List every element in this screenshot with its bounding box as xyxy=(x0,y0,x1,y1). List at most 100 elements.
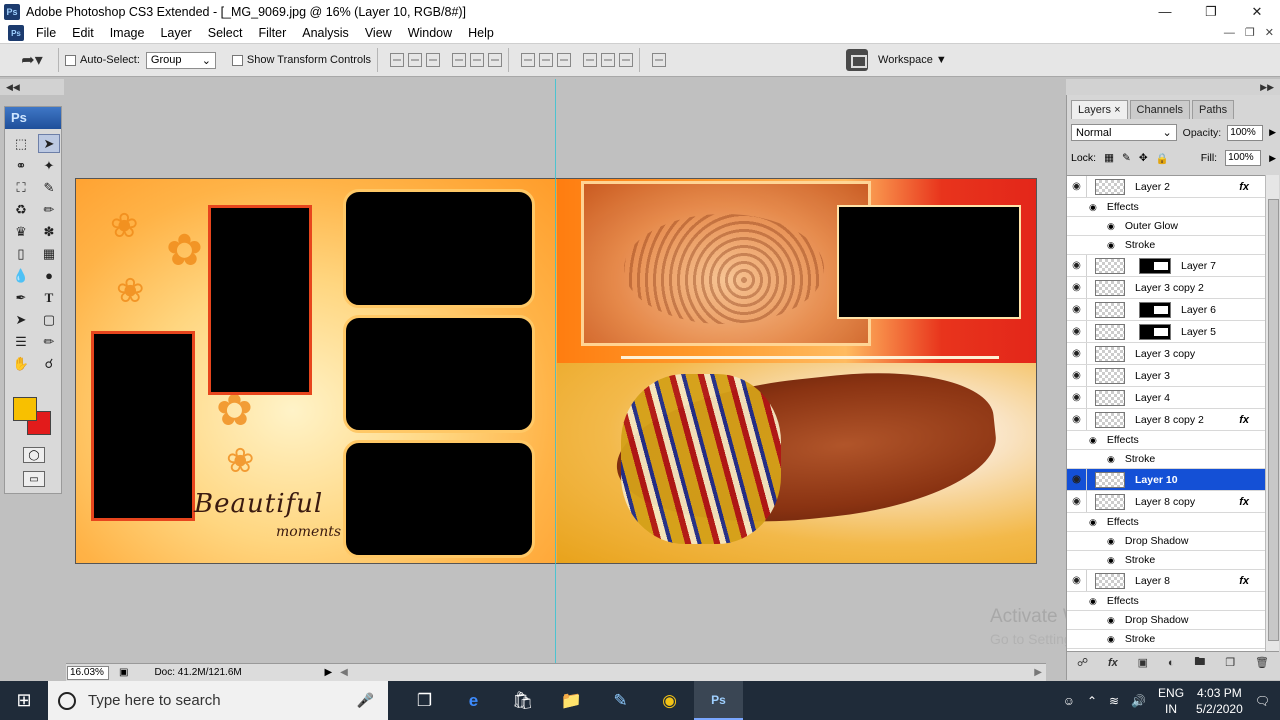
tab-channels[interactable]: Channels xyxy=(1129,100,1191,119)
visibility-eye-icon[interactable]: ◉ xyxy=(1067,387,1087,408)
marquee-tool-icon[interactable]: ⬚ xyxy=(10,134,32,153)
layer-row[interactable]: ◉ Layer 5 xyxy=(1067,321,1265,343)
layer-effect-row[interactable]: ◉ Stroke xyxy=(1067,630,1265,649)
visibility-eye-icon[interactable]: ◉ xyxy=(1067,321,1087,342)
photo-placeholder-frame[interactable] xyxy=(837,205,1021,319)
lasso-tool-icon[interactable]: ⚭ xyxy=(10,156,32,175)
edge-browser-icon[interactable]: e xyxy=(449,681,498,720)
layer-row[interactable]: ◉ Layer 8 fx xyxy=(1067,570,1265,592)
shape-tool-icon[interactable]: ▢ xyxy=(38,310,60,329)
photo-placeholder-frame[interactable] xyxy=(343,440,535,558)
layer-effects-row[interactable]: ◉ Effects xyxy=(1067,431,1265,450)
dodge-tool-icon[interactable]: ● xyxy=(38,266,60,285)
visibility-eye-icon[interactable]: ◉ xyxy=(1107,240,1115,251)
adjustment-layer-icon[interactable]: ◐ xyxy=(1168,657,1175,669)
vertical-guide-line[interactable] xyxy=(555,79,556,663)
visibility-eye-icon[interactable]: ◉ xyxy=(1107,555,1115,566)
document-icon[interactable]: Ps xyxy=(8,25,24,41)
layer-effects-row[interactable]: ◉ Effects xyxy=(1067,592,1265,611)
layer-list-scrollbar[interactable] xyxy=(1265,175,1279,665)
align-hcenter-icon[interactable] xyxy=(470,53,485,67)
visibility-eye-icon[interactable]: ◉ xyxy=(1089,435,1097,446)
language-indicator[interactable]: ENG IN xyxy=(1158,685,1184,717)
magic-wand-tool-icon[interactable]: ✦ xyxy=(38,156,60,175)
visibility-eye-icon[interactable]: ◉ xyxy=(1067,255,1087,276)
visibility-eye-icon[interactable]: ◉ xyxy=(1107,454,1115,465)
visibility-eye-icon[interactable]: ◉ xyxy=(1107,615,1115,626)
minimize-button[interactable]: — xyxy=(1142,0,1188,23)
photo-placeholder-frame[interactable] xyxy=(91,331,195,521)
link-layers-icon[interactable]: ☍ xyxy=(1077,656,1088,669)
layer-row[interactable]: ◉ Layer 8 copy 2 fx xyxy=(1067,409,1265,431)
file-explorer-icon[interactable]: 📁 xyxy=(547,681,596,720)
visibility-eye-icon[interactable]: ◉ xyxy=(1067,469,1087,490)
fill-field[interactable]: 100% xyxy=(1225,150,1262,166)
photo-placeholder-frame[interactable] xyxy=(343,189,535,308)
layer-list[interactable]: ◉ Layer 2 fx ◉ Effects ◉ Outer Glow ◉ Stroke ◉ Lay… xyxy=(1067,175,1265,665)
layer-effect-row[interactable]: ◉ Drop Shadow xyxy=(1067,532,1265,551)
delete-layer-icon[interactable]: 🗑 xyxy=(1255,656,1269,669)
move-tool-icon[interactable]: ➤ xyxy=(38,134,60,153)
layer-row[interactable]: ◉ Layer 4 xyxy=(1067,387,1265,409)
slice-tool-icon[interactable]: ✎ xyxy=(38,178,60,197)
layer-fx-icon[interactable]: fx xyxy=(1239,414,1249,426)
layer-fx-icon[interactable]: fx xyxy=(1239,496,1249,508)
move-tool-preset-picker[interactable]: ➦▾ xyxy=(12,46,52,74)
fill-slider-arrow-icon[interactable]: ▶ xyxy=(1269,153,1276,164)
eraser-tool-icon[interactable]: ▯ xyxy=(10,244,32,263)
network-icon[interactable]: ≋ xyxy=(1109,694,1119,708)
menu-help[interactable]: Help xyxy=(460,23,502,43)
notes-tool-icon[interactable]: ☰ xyxy=(10,332,32,351)
align-left-icon[interactable] xyxy=(452,53,467,67)
layer-effect-row[interactable]: ◉ Stroke xyxy=(1067,236,1265,255)
tab-paths[interactable]: Paths xyxy=(1192,100,1235,119)
brush-tool-icon[interactable]: ✏ xyxy=(38,200,60,219)
windows-start-icon[interactable]: ⊞ xyxy=(0,681,48,720)
align-bottom-icon[interactable] xyxy=(426,53,441,67)
close-icon[interactable]: × xyxy=(1114,104,1120,116)
new-layer-icon[interactable]: ❐ xyxy=(1225,656,1235,669)
checkbox-icon[interactable] xyxy=(65,54,76,66)
visibility-eye-icon[interactable]: ◉ xyxy=(1067,570,1087,591)
visibility-eye-icon[interactable]: ◉ xyxy=(1089,596,1097,607)
menu-filter[interactable]: Filter xyxy=(250,23,294,43)
visibility-eye-icon[interactable]: ◉ xyxy=(1067,277,1087,298)
doc-restore-button[interactable]: ❐ xyxy=(1245,23,1255,43)
checkbox-icon[interactable] xyxy=(231,54,243,66)
visibility-eye-icon[interactable]: ◉ xyxy=(1067,491,1087,512)
doc-minimize-button[interactable]: — xyxy=(1224,23,1235,43)
menu-view[interactable]: View xyxy=(357,23,400,43)
layer-effect-row[interactable]: ◉ Drop Shadow xyxy=(1067,611,1265,630)
add-mask-icon[interactable]: ▣ xyxy=(1138,656,1148,669)
auto-select-dropdown[interactable]: Group ⌄ xyxy=(145,51,216,69)
clone-stamp-tool-icon[interactable]: ♛ xyxy=(10,222,32,241)
panel-collapse-strip[interactable]: ▶▶ xyxy=(1066,79,1280,95)
align-top-icon[interactable] xyxy=(390,53,405,67)
layer-effects-row[interactable]: ◉ Effects xyxy=(1067,198,1265,217)
people-icon[interactable]: ☺ xyxy=(1063,694,1075,708)
crop-tool-icon[interactable]: ⛶ xyxy=(10,178,32,197)
layer-effect-row[interactable]: ◉ Stroke xyxy=(1067,450,1265,469)
layer-fx-icon[interactable]: fx xyxy=(1239,575,1249,587)
show-transform-controls-checkbox[interactable]: Show Transform Controls xyxy=(231,54,371,66)
screen-mode-icon[interactable]: ▭ xyxy=(23,471,45,487)
photoshop-taskbar-icon[interactable]: Ps xyxy=(694,681,743,720)
eyedropper-tool-icon[interactable]: ✏ xyxy=(38,332,60,351)
visibility-eye-icon[interactable]: ◉ xyxy=(1067,365,1087,386)
store-icon[interactable]: 🛍 xyxy=(498,681,547,720)
menu-window[interactable]: Window xyxy=(400,23,460,43)
gradient-tool-icon[interactable]: ▦ xyxy=(38,244,60,263)
menu-edit[interactable]: Edit xyxy=(64,23,102,43)
layer-effects-row[interactable]: ◉ Effects xyxy=(1067,513,1265,532)
maximize-button[interactable]: ❐ xyxy=(1188,0,1234,23)
clock[interactable]: 4:03 PM 5/2/2020 xyxy=(1196,685,1243,717)
zoom-tool-icon[interactable]: ☌ xyxy=(38,354,60,373)
scroll-left-icon[interactable]: ◀ xyxy=(340,667,348,678)
layer-row[interactable]: ◉ Layer 3 xyxy=(1067,365,1265,387)
visibility-eye-icon[interactable]: ◉ xyxy=(1089,202,1097,213)
new-group-icon[interactable]: 🖿 xyxy=(1194,653,1205,672)
auto-align-layers-icon[interactable] xyxy=(652,53,667,67)
distribute-bottom-icon[interactable] xyxy=(557,53,572,67)
photo-placeholder-frame[interactable] xyxy=(343,315,535,433)
bridge-icon[interactable] xyxy=(846,49,869,71)
